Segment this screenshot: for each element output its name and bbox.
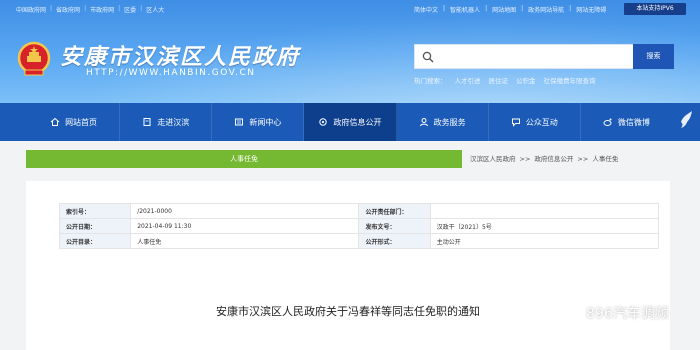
top-link[interactable]: 区委 [124,5,136,14]
hot-search-link[interactable]: 人才引进 [455,75,481,85]
index-label: 索引号： [58,203,132,219]
breadcrumb-current: 人事任免 [592,155,619,163]
hot-search-link[interactable]: 居住证 [489,75,509,85]
nav-interaction[interactable]: 公众互动 [489,103,581,141]
breadcrumb-sep: >> [577,155,589,163]
nav-news[interactable]: 新闻中心 [212,103,305,141]
nav-services[interactable]: 政务服务 [397,103,489,141]
wechat-icon [560,305,582,321]
top-links: 中国政府网 | 省政府网 | 市政府网 | 区委 | 区人大 [16,5,165,14]
dept-label: 公开责任部门： [358,203,431,219]
search-button[interactable]: 搜索 [633,44,674,69]
nav-home[interactable]: 网站首页 [28,103,121,141]
top-link[interactable]: 省政府网 [56,5,80,14]
nav-about[interactable]: 走进汉滨 [120,103,213,141]
breadcrumb-link[interactable]: 政府信息公开 [534,150,573,168]
nav-label: 政务服务 [433,117,466,127]
utility-links: 简体中文 | 智能机器人 | 网站地图 | 政务网站导航 | 网站无障碍 [414,5,607,14]
utility-link[interactable]: 政务网站导航 [528,5,564,14]
search-input[interactable] [439,45,629,68]
user-icon [419,118,428,127]
utility-link[interactable]: 网站无障碍 [576,5,606,14]
main-nav: 网站首页 走进汉滨 新闻中心 政府信息公开 政务服务 公众互动 微信微博 [0,103,700,141]
category-label: 公开目录： [58,233,132,249]
hot-search-link[interactable]: 公积金 [516,75,536,85]
top-link[interactable]: 市政府网 [90,5,114,14]
index-value: /2021-0000 [130,203,360,219]
table-row: 索引号： /2021-0000 公开责任部门： [58,203,660,219]
section-title-bar: 人事任免 [26,150,462,168]
search-box [414,44,635,69]
form-value: 主动公开 [429,233,660,249]
hot-search-link[interactable]: 社保缴费年限查询 [544,75,596,85]
table-row: 公开目录： 人事任免 公开形式： 主动公开 [58,233,660,249]
date-value: 2021-04-09 11:30 [130,218,360,234]
table-row: 公开日期： 2021-04-09 11:30 发布文号： 汉政干〔2021〕5号 [58,218,660,234]
utility-link[interactable]: 简体中文 [414,5,438,14]
book-icon [143,118,151,126]
top-link[interactable]: 区人大 [146,5,164,14]
nav-info-disclosure[interactable]: 政府信息公开 [304,103,397,141]
nav-label: 政府信息公开 [333,117,382,127]
breadcrumb: 汉滨区人民政府 >> 政府信息公开 >> 人事任免 [470,150,670,168]
dove-icon [681,111,692,128]
utility-link[interactable]: 网站地图 [492,5,516,14]
metadata-table: 索引号： /2021-0000 公开责任部门： 公开日期： 2021-04-09… [58,203,660,249]
hot-search-label: 热门搜索： [414,77,447,85]
hot-searches: 热门搜索： 人才引进 居住证 公积金 社保缴费年限查询 [414,75,596,85]
category-value: 人事任免 [130,233,360,249]
article-card: 索引号： /2021-0000 公开责任部门： 公开日期： 2021-04-09… [26,181,670,350]
docno-value: 汉政干〔2021〕5号 [429,218,660,234]
form-label: 公开形式： [358,233,431,249]
news-icon [235,118,244,126]
site-url: HTTP://WWW.HANBIN.GOV.CN [86,68,256,78]
nav-label: 走进汉滨 [157,117,190,127]
utility-link[interactable]: 智能机器人 [450,5,480,14]
site-title[interactable]: 安康市汉滨区人民政府 [60,39,300,71]
chat-icon [511,118,520,127]
national-emblem-icon [17,41,51,76]
dept-value [429,203,660,219]
top-link[interactable]: 中国政府网 [16,5,46,14]
date-label: 公开日期： [58,218,132,234]
search-icon [422,51,434,63]
nav-label: 微信微博 [617,117,650,127]
gear-icon [319,118,328,126]
home-icon [50,117,60,126]
watermark: 896汽车调频 [560,303,669,323]
nav-label: 公众互动 [525,117,558,127]
nav-label: 网站首页 [65,117,98,127]
breadcrumb-link[interactable]: 汉滨区人民政府 [470,150,516,168]
ipv6-badge[interactable]: 本站支持IPV6 [624,3,686,15]
breadcrumb-sep: >> [519,155,531,163]
weibo-icon [603,118,612,126]
watermark-text: 896汽车调频 [586,306,669,322]
nav-wechat-weibo[interactable]: 微信微博 [581,103,672,141]
docno-label: 发布文号： [358,218,431,234]
nav-label: 新闻中心 [249,117,282,127]
